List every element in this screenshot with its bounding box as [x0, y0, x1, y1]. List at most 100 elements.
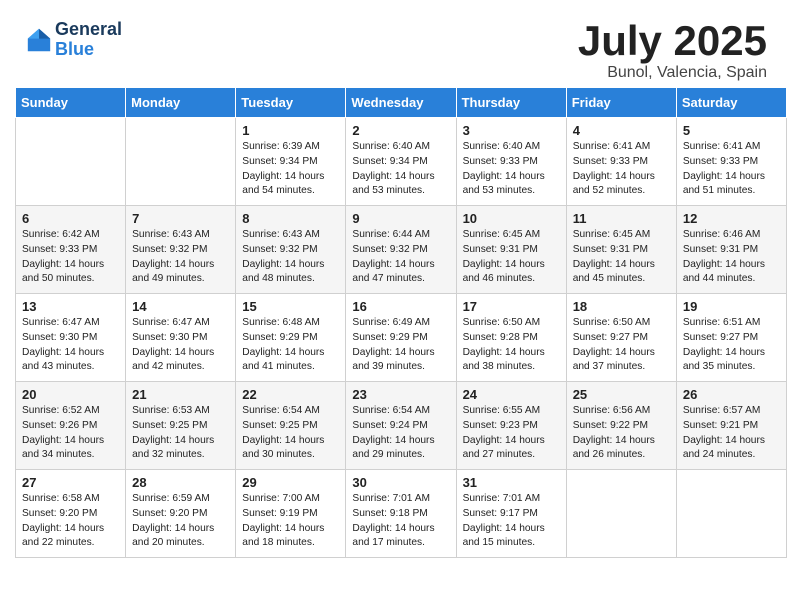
day-info: Sunrise: 6:58 AM Sunset: 9:20 PM Dayligh…	[22, 492, 120, 551]
day-info: Sunrise: 6:43 AM Sunset: 9:32 PM Dayligh…	[132, 228, 230, 287]
page-header: General Blue July 2025 Bunol, Valencia, …	[10, 10, 782, 87]
day-info: Sunrise: 6:47 AM Sunset: 9:30 PM Dayligh…	[132, 316, 230, 375]
calendar-cell: 19 Sunrise: 6:51 AM Sunset: 9:27 PM Dayli…	[676, 294, 786, 382]
calendar-cell: 5Sunrise: 6:41 AM Sunset: 9:33 PM Daylig…	[676, 118, 786, 206]
day-info: Sunrise: 6:59 AM Sunset: 9:20 PM Dayligh…	[132, 492, 230, 551]
calendar-cell: 25 Sunrise: 6:56 AM Sunset: 9:22 PM Dayli…	[566, 382, 676, 470]
weekday-header-friday: Friday	[566, 88, 676, 118]
day-number: 14	[132, 299, 230, 314]
day-info: Sunrise: 6:48 AM Sunset: 9:29 PM Dayligh…	[242, 316, 340, 375]
weekday-header-saturday: Saturday	[676, 88, 786, 118]
day-number: 21	[132, 387, 230, 402]
day-info: Sunrise: 6:51 AM Sunset: 9:27 PM Dayligh…	[683, 316, 781, 375]
weekday-row: SundayMondayTuesdayWednesdayThursdayFrid…	[16, 88, 787, 118]
day-info: Sunrise: 6:44 AM Sunset: 9:32 PM Dayligh…	[352, 228, 450, 287]
day-info: Sunrise: 6:43 AM Sunset: 9:32 PM Dayligh…	[242, 228, 340, 287]
day-number: 13	[22, 299, 120, 314]
day-number: 22	[242, 387, 340, 402]
day-info: Sunrise: 6:49 AM Sunset: 9:29 PM Dayligh…	[352, 316, 450, 375]
calendar-cell: 4Sunrise: 6:41 AM Sunset: 9:33 PM Daylig…	[566, 118, 676, 206]
calendar-week-2: 6 Sunrise: 6:42 AM Sunset: 9:33 PM Daylig…	[16, 206, 787, 294]
day-info: Sunrise: 7:00 AM Sunset: 9:19 PM Dayligh…	[242, 492, 340, 551]
calendar-cell: 17 Sunrise: 6:50 AM Sunset: 9:28 PM Dayli…	[456, 294, 566, 382]
calendar-cell	[566, 470, 676, 558]
calendar-week-1: 1 Sunrise: 6:39 AM Sunset: 9:34 PM Daylig…	[16, 118, 787, 206]
day-info: Sunrise: 6:52 AM Sunset: 9:26 PM Dayligh…	[22, 404, 120, 463]
day-number: 31	[463, 475, 561, 490]
calendar-cell: 14 Sunrise: 6:47 AM Sunset: 9:30 PM Dayli…	[126, 294, 236, 382]
calendar-week-5: 27 Sunrise: 6:58 AM Sunset: 9:20 PM Dayli…	[16, 470, 787, 558]
calendar-cell: 30 Sunrise: 7:01 AM Sunset: 9:18 PM Dayli…	[346, 470, 456, 558]
weekday-header-tuesday: Tuesday	[236, 88, 346, 118]
day-info: Sunrise: 6:39 AM Sunset: 9:34 PM Dayligh…	[242, 140, 340, 199]
calendar-cell: 27 Sunrise: 6:58 AM Sunset: 9:20 PM Dayli…	[16, 470, 126, 558]
day-number: 19	[683, 299, 781, 314]
day-number: 30	[352, 475, 450, 490]
day-number: 16	[352, 299, 450, 314]
calendar-cell: 29 Sunrise: 7:00 AM Sunset: 9:19 PM Dayli…	[236, 470, 346, 558]
day-number: 25	[573, 387, 671, 402]
day-number: 27	[22, 475, 120, 490]
calendar-cell: 10Sunrise: 6:45 AM Sunset: 9:31 PM Dayli…	[456, 206, 566, 294]
day-number: 8	[242, 211, 340, 226]
day-info: Sunrise: 6:54 AM Sunset: 9:25 PM Dayligh…	[242, 404, 340, 463]
day-number: 2	[352, 123, 450, 138]
calendar-cell: 3Sunrise: 6:40 AM Sunset: 9:33 PM Daylig…	[456, 118, 566, 206]
day-number: 18	[573, 299, 671, 314]
day-info: Sunrise: 6:40 AM Sunset: 9:34 PM Dayligh…	[352, 140, 450, 199]
weekday-header-sunday: Sunday	[16, 88, 126, 118]
day-number: 4	[573, 123, 671, 138]
calendar-cell: 24 Sunrise: 6:55 AM Sunset: 9:23 PM Dayli…	[456, 382, 566, 470]
day-number: 17	[463, 299, 561, 314]
day-number: 15	[242, 299, 340, 314]
day-info: Sunrise: 6:55 AM Sunset: 9:23 PM Dayligh…	[463, 404, 561, 463]
calendar-week-4: 20 Sunrise: 6:52 AM Sunset: 9:26 PM Dayli…	[16, 382, 787, 470]
day-info: Sunrise: 6:40 AM Sunset: 9:33 PM Dayligh…	[463, 140, 561, 199]
weekday-header-thursday: Thursday	[456, 88, 566, 118]
calendar-cell: 20 Sunrise: 6:52 AM Sunset: 9:26 PM Dayli…	[16, 382, 126, 470]
logo-blue: Blue	[55, 40, 122, 60]
calendar-cell: 12 Sunrise: 6:46 AM Sunset: 9:31 PM Dayli…	[676, 206, 786, 294]
calendar-cell: 21 Sunrise: 6:53 AM Sunset: 9:25 PM Dayli…	[126, 382, 236, 470]
day-info: Sunrise: 6:53 AM Sunset: 9:25 PM Dayligh…	[132, 404, 230, 463]
day-info: Sunrise: 6:45 AM Sunset: 9:31 PM Dayligh…	[573, 228, 671, 287]
calendar-body: 1 Sunrise: 6:39 AM Sunset: 9:34 PM Daylig…	[16, 118, 787, 558]
day-info: Sunrise: 6:56 AM Sunset: 9:22 PM Dayligh…	[573, 404, 671, 463]
day-number: 26	[683, 387, 781, 402]
day-number: 12	[683, 211, 781, 226]
calendar-cell: 7 Sunrise: 6:43 AM Sunset: 9:32 PM Daylig…	[126, 206, 236, 294]
day-info: Sunrise: 6:42 AM Sunset: 9:33 PM Dayligh…	[22, 228, 120, 287]
calendar-cell: 13Sunrise: 6:47 AM Sunset: 9:30 PM Dayli…	[16, 294, 126, 382]
calendar-cell: 1 Sunrise: 6:39 AM Sunset: 9:34 PM Daylig…	[236, 118, 346, 206]
day-info: Sunrise: 6:50 AM Sunset: 9:27 PM Dayligh…	[573, 316, 671, 375]
day-number: 5	[683, 123, 781, 138]
day-info: Sunrise: 7:01 AM Sunset: 9:17 PM Dayligh…	[463, 492, 561, 551]
calendar-cell	[126, 118, 236, 206]
calendar-cell: 16 Sunrise: 6:49 AM Sunset: 9:29 PM Dayli…	[346, 294, 456, 382]
title-block: July 2025 Bunol, Valencia, Spain	[578, 20, 767, 82]
calendar-cell: 2 Sunrise: 6:40 AM Sunset: 9:34 PM Daylig…	[346, 118, 456, 206]
calendar-cell: 22 Sunrise: 6:54 AM Sunset: 9:25 PM Dayli…	[236, 382, 346, 470]
day-number: 9	[352, 211, 450, 226]
calendar-cell	[16, 118, 126, 206]
day-info: Sunrise: 6:45 AM Sunset: 9:31 PM Dayligh…	[463, 228, 561, 287]
day-number: 20	[22, 387, 120, 402]
calendar-table: SundayMondayTuesdayWednesdayThursdayFrid…	[15, 87, 787, 558]
day-info: Sunrise: 6:57 AM Sunset: 9:21 PM Dayligh…	[683, 404, 781, 463]
day-number: 6	[22, 211, 120, 226]
calendar-cell: 18 Sunrise: 6:50 AM Sunset: 9:27 PM Dayli…	[566, 294, 676, 382]
day-info: Sunrise: 7:01 AM Sunset: 9:18 PM Dayligh…	[352, 492, 450, 551]
day-info: Sunrise: 6:46 AM Sunset: 9:31 PM Dayligh…	[683, 228, 781, 287]
calendar-cell: 9 Sunrise: 6:44 AM Sunset: 9:32 PM Daylig…	[346, 206, 456, 294]
day-number: 7	[132, 211, 230, 226]
day-number: 1	[242, 123, 340, 138]
logo-icon	[25, 26, 53, 54]
day-number: 24	[463, 387, 561, 402]
day-number: 29	[242, 475, 340, 490]
weekday-header-monday: Monday	[126, 88, 236, 118]
logo-text: General Blue	[55, 20, 122, 60]
day-info: Sunrise: 6:50 AM Sunset: 9:28 PM Dayligh…	[463, 316, 561, 375]
calendar-cell	[676, 470, 786, 558]
day-info: Sunrise: 6:54 AM Sunset: 9:24 PM Dayligh…	[352, 404, 450, 463]
calendar-cell: 23Sunrise: 6:54 AM Sunset: 9:24 PM Dayli…	[346, 382, 456, 470]
